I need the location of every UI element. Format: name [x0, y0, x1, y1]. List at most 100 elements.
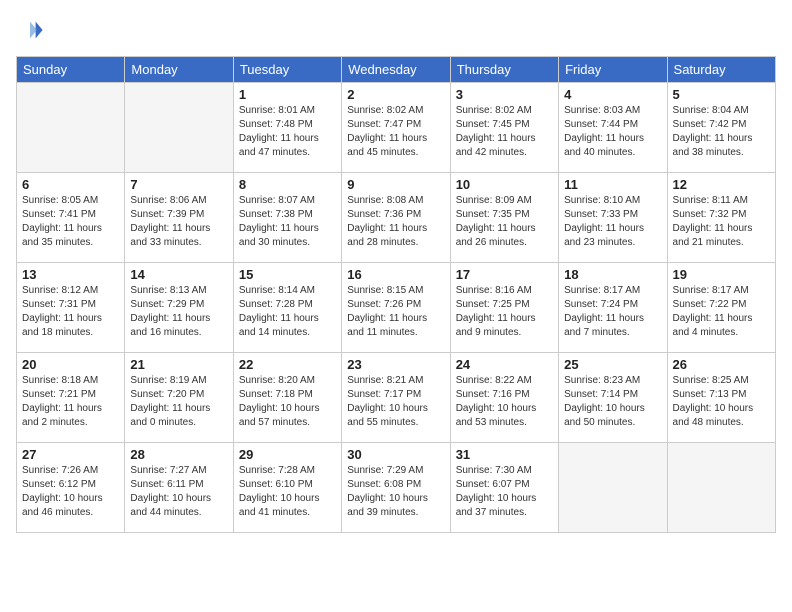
cell-info: Sunrise: 8:08 AMSunset: 7:36 PMDaylight:… [347, 194, 444, 250]
day-number: 2 [347, 87, 444, 102]
cell-info: Sunrise: 8:11 AMSunset: 7:32 PMDaylight:… [673, 194, 770, 250]
logo [16, 16, 48, 44]
day-number: 28 [130, 447, 227, 462]
cell-info: Sunrise: 8:06 AMSunset: 7:39 PMDaylight:… [130, 194, 227, 250]
day-number: 22 [239, 357, 336, 372]
cell-info: Sunrise: 8:18 AMSunset: 7:21 PMDaylight:… [22, 374, 119, 430]
day-number: 23 [347, 357, 444, 372]
calendar-cell: 11 Sunrise: 8:10 AMSunset: 7:33 PMDayligh… [559, 173, 667, 263]
calendar-cell: 31 Sunrise: 7:30 AMSunset: 6:07 PMDayligh… [450, 443, 558, 533]
calendar-cell: 30 Sunrise: 7:29 AMSunset: 6:08 PMDayligh… [342, 443, 450, 533]
day-number: 27 [22, 447, 119, 462]
calendar-cell: 24 Sunrise: 8:22 AMSunset: 7:16 PMDayligh… [450, 353, 558, 443]
calendar-cell: 7 Sunrise: 8:06 AMSunset: 7:39 PMDaylight… [125, 173, 233, 263]
calendar-cell: 6 Sunrise: 8:05 AMSunset: 7:41 PMDaylight… [17, 173, 125, 263]
day-number: 9 [347, 177, 444, 192]
cell-info: Sunrise: 8:01 AMSunset: 7:48 PMDaylight:… [239, 104, 336, 160]
day-number: 21 [130, 357, 227, 372]
cell-info: Sunrise: 8:14 AMSunset: 7:28 PMDaylight:… [239, 284, 336, 340]
day-number: 25 [564, 357, 661, 372]
day-number: 24 [456, 357, 553, 372]
calendar-cell: 8 Sunrise: 8:07 AMSunset: 7:38 PMDaylight… [233, 173, 341, 263]
day-number: 7 [130, 177, 227, 192]
cell-info: Sunrise: 8:17 AMSunset: 7:22 PMDaylight:… [673, 284, 770, 340]
cell-info: Sunrise: 8:15 AMSunset: 7:26 PMDaylight:… [347, 284, 444, 340]
cell-info: Sunrise: 8:10 AMSunset: 7:33 PMDaylight:… [564, 194, 661, 250]
cell-info: Sunrise: 8:21 AMSunset: 7:17 PMDaylight:… [347, 374, 444, 430]
cell-info: Sunrise: 8:17 AMSunset: 7:24 PMDaylight:… [564, 284, 661, 340]
day-number: 6 [22, 177, 119, 192]
calendar-cell: 23 Sunrise: 8:21 AMSunset: 7:17 PMDayligh… [342, 353, 450, 443]
calendar-cell: 22 Sunrise: 8:20 AMSunset: 7:18 PMDayligh… [233, 353, 341, 443]
day-number: 16 [347, 267, 444, 282]
day-number: 19 [673, 267, 770, 282]
calendar-cell: 27 Sunrise: 7:26 AMSunset: 6:12 PMDayligh… [17, 443, 125, 533]
calendar-cell: 4 Sunrise: 8:03 AMSunset: 7:44 PMDaylight… [559, 83, 667, 173]
cell-info: Sunrise: 8:03 AMSunset: 7:44 PMDaylight:… [564, 104, 661, 160]
cell-info: Sunrise: 8:02 AMSunset: 7:45 PMDaylight:… [456, 104, 553, 160]
cell-info: Sunrise: 8:16 AMSunset: 7:25 PMDaylight:… [456, 284, 553, 340]
cell-info: Sunrise: 8:25 AMSunset: 7:13 PMDaylight:… [673, 374, 770, 430]
calendar-week-1: 1Sunrise: 8:01 AMSunset: 7:48 PMDaylight… [17, 83, 776, 173]
calendar-cell [125, 83, 233, 173]
cell-info: Sunrise: 8:22 AMSunset: 7:16 PMDaylight:… [456, 374, 553, 430]
cell-info: Sunrise: 8:20 AMSunset: 7:18 PMDaylight:… [239, 374, 336, 430]
day-number: 30 [347, 447, 444, 462]
cell-info: Sunrise: 8:05 AMSunset: 7:41 PMDaylight:… [22, 194, 119, 250]
day-number: 5 [673, 87, 770, 102]
logo-icon [16, 16, 44, 44]
calendar-week-4: 20 Sunrise: 8:18 AMSunset: 7:21 PMDayligh… [17, 353, 776, 443]
cell-info: Sunrise: 8:07 AMSunset: 7:38 PMDaylight:… [239, 194, 336, 250]
calendar-cell: 19 Sunrise: 8:17 AMSunset: 7:22 PMDayligh… [667, 263, 775, 353]
calendar-week-2: 6 Sunrise: 8:05 AMSunset: 7:41 PMDaylight… [17, 173, 776, 263]
calendar-body: 1Sunrise: 8:01 AMSunset: 7:48 PMDaylight… [17, 83, 776, 533]
calendar-cell: 3Sunrise: 8:02 AMSunset: 7:45 PMDaylight… [450, 83, 558, 173]
day-header-friday: Friday [559, 57, 667, 83]
calendar-cell: 26 Sunrise: 8:25 AMSunset: 7:13 PMDayligh… [667, 353, 775, 443]
page-header [16, 16, 776, 44]
day-number: 31 [456, 447, 553, 462]
cell-info: Sunrise: 8:04 AMSunset: 7:42 PMDaylight:… [673, 104, 770, 160]
calendar-cell [17, 83, 125, 173]
cell-info: Sunrise: 7:29 AMSunset: 6:08 PMDaylight:… [347, 464, 444, 520]
day-header-saturday: Saturday [667, 57, 775, 83]
cell-info: Sunrise: 8:19 AMSunset: 7:20 PMDaylight:… [130, 374, 227, 430]
calendar-cell: 15 Sunrise: 8:14 AMSunset: 7:28 PMDayligh… [233, 263, 341, 353]
day-header-sunday: Sunday [17, 57, 125, 83]
calendar-cell: 17 Sunrise: 8:16 AMSunset: 7:25 PMDayligh… [450, 263, 558, 353]
day-number: 14 [130, 267, 227, 282]
calendar-cell: 20 Sunrise: 8:18 AMSunset: 7:21 PMDayligh… [17, 353, 125, 443]
day-number: 4 [564, 87, 661, 102]
calendar-cell: 1Sunrise: 8:01 AMSunset: 7:48 PMDaylight… [233, 83, 341, 173]
day-number: 12 [673, 177, 770, 192]
day-header-tuesday: Tuesday [233, 57, 341, 83]
day-header-monday: Monday [125, 57, 233, 83]
cell-info: Sunrise: 7:30 AMSunset: 6:07 PMDaylight:… [456, 464, 553, 520]
day-number: 15 [239, 267, 336, 282]
calendar-cell: 5 Sunrise: 8:04 AMSunset: 7:42 PMDaylight… [667, 83, 775, 173]
cell-info: Sunrise: 7:26 AMSunset: 6:12 PMDaylight:… [22, 464, 119, 520]
calendar-week-5: 27 Sunrise: 7:26 AMSunset: 6:12 PMDayligh… [17, 443, 776, 533]
cell-info: Sunrise: 7:28 AMSunset: 6:10 PMDaylight:… [239, 464, 336, 520]
day-number: 17 [456, 267, 553, 282]
day-number: 13 [22, 267, 119, 282]
cell-info: Sunrise: 8:23 AMSunset: 7:14 PMDaylight:… [564, 374, 661, 430]
day-number: 10 [456, 177, 553, 192]
day-number: 8 [239, 177, 336, 192]
calendar-table: SundayMondayTuesdayWednesdayThursdayFrid… [16, 56, 776, 533]
calendar-cell: 2Sunrise: 8:02 AMSunset: 7:47 PMDaylight… [342, 83, 450, 173]
day-number: 20 [22, 357, 119, 372]
calendar-week-3: 13Sunrise: 8:12 AMSunset: 7:31 PMDayligh… [17, 263, 776, 353]
calendar-cell [559, 443, 667, 533]
calendar-header-row: SundayMondayTuesdayWednesdayThursdayFrid… [17, 57, 776, 83]
calendar-cell: 10Sunrise: 8:09 AMSunset: 7:35 PMDayligh… [450, 173, 558, 263]
day-number: 26 [673, 357, 770, 372]
calendar-cell: 21 Sunrise: 8:19 AMSunset: 7:20 PMDayligh… [125, 353, 233, 443]
calendar-cell: 28Sunrise: 7:27 AMSunset: 6:11 PMDayligh… [125, 443, 233, 533]
day-number: 18 [564, 267, 661, 282]
calendar-cell: 9 Sunrise: 8:08 AMSunset: 7:36 PMDaylight… [342, 173, 450, 263]
day-number: 11 [564, 177, 661, 192]
calendar-cell: 29 Sunrise: 7:28 AMSunset: 6:10 PMDayligh… [233, 443, 341, 533]
day-number: 29 [239, 447, 336, 462]
day-header-thursday: Thursday [450, 57, 558, 83]
